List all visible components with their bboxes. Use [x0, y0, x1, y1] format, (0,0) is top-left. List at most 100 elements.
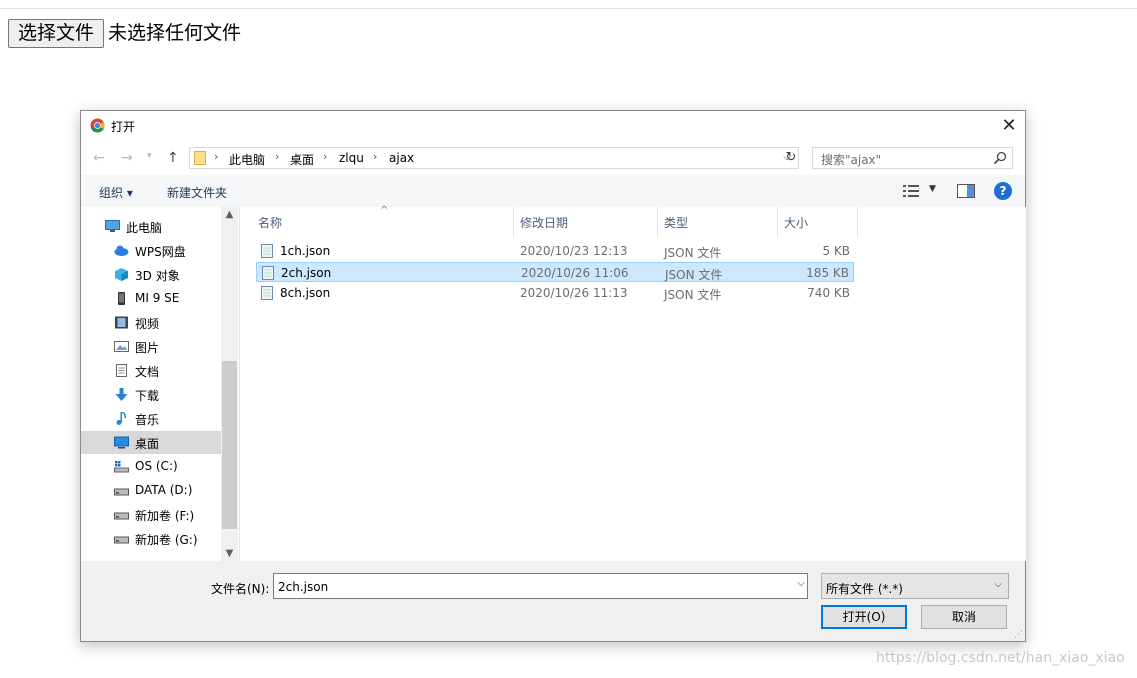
drive-icon [114, 488, 129, 496]
nav-item-drive-f[interactable]: 新加卷 (F:) [81, 503, 221, 526]
refresh-icon[interactable]: ↻ [781, 147, 801, 169]
address-bar[interactable]: › 此电脑 › 桌面 › zlqu › ajax ⌵ [189, 147, 799, 169]
organize-button[interactable]: 组织 ▾ [99, 184, 133, 201]
nav-item-drive-c[interactable]: OS (C:) [81, 455, 221, 478]
recent-locations-icon[interactable]: ▾ [147, 151, 152, 161]
breadcrumb-item[interactable]: zlqu [339, 151, 364, 165]
cloud-icon [114, 245, 129, 256]
nav-item-label: 桌面 [135, 437, 160, 451]
picture-icon [114, 341, 129, 352]
top-divider [0, 8, 1137, 9]
nav-item-downloads[interactable]: 下载 [81, 383, 221, 406]
filetype-value: 所有文件 (*.*) [826, 582, 903, 596]
chevron-up-icon[interactable]: ▲ [221, 209, 238, 220]
column-header-name[interactable]: 名称 ^ [240, 205, 514, 237]
dialog-titlebar[interactable]: 打开 ✕ [81, 111, 1025, 141]
file-date: 2020/10/26 11:13 [520, 286, 628, 300]
back-arrow-icon[interactable]: ← [93, 150, 105, 166]
file-type: JSON 文件 [664, 246, 722, 260]
folder-icon [194, 151, 206, 165]
nav-item-label: 新加卷 (F:) [135, 509, 195, 523]
breadcrumb-item[interactable]: ajax [389, 151, 414, 165]
watermark: https://blog.csdn.net/han_xiao_xiao [876, 650, 1125, 666]
chevron-down-icon[interactable]: ⌵ [797, 578, 805, 589]
drive-icon [114, 536, 129, 544]
file-list-pane: 名称 ^ 修改日期 类型 大小 1ch.json 2020/10/23 12:1… [239, 205, 1026, 561]
up-arrow-icon[interactable]: ↑ [167, 150, 179, 166]
nav-item-wps-drive[interactable]: WPS网盘 [81, 239, 221, 262]
file-icon [261, 244, 273, 258]
forward-arrow-icon[interactable]: → [121, 150, 133, 166]
drive-icon [114, 512, 129, 520]
file-row[interactable]: 8ch.json 2020/10/26 11:13 JSON 文件 740 KB [256, 283, 854, 303]
nav-item-music[interactable]: 音乐 [81, 407, 221, 430]
file-type: JSON 文件 [665, 268, 723, 282]
choose-file-button[interactable]: 选择文件 [8, 19, 104, 48]
nav-item-label: 音乐 [135, 413, 160, 427]
breadcrumb-item[interactable]: 桌面 [290, 151, 314, 168]
breadcrumb-item[interactable]: 此电脑 [229, 151, 265, 168]
file-size: 740 KB [807, 286, 850, 300]
preview-pane-icon[interactable] [957, 184, 975, 198]
phone-icon [118, 292, 125, 305]
nav-item-label: OS (C:) [135, 459, 178, 473]
breadcrumb-separator-icon: › [214, 150, 219, 163]
command-toolbar: 组织 ▾ 新建文件夹 ▼ ? [81, 175, 1025, 207]
column-header-size[interactable]: 大小 [778, 207, 858, 237]
nav-item-phone[interactable]: MI 9 SE [81, 287, 221, 310]
file-name: 2ch.json [281, 266, 332, 280]
nav-item-label: 文档 [135, 365, 160, 379]
file-row-selected[interactable]: 2ch.json 2020/10/26 11:06 JSON 文件 185 KB [256, 262, 854, 282]
nav-scrollbar[interactable]: ▲ ▼ [221, 207, 238, 561]
nav-item-drive-d[interactable]: DATA (D:) [81, 479, 221, 502]
cancel-button[interactable]: 取消 [921, 605, 1007, 629]
chevron-down-icon[interactable]: ⌵ [994, 579, 1002, 590]
close-icon[interactable]: ✕ [993, 111, 1025, 141]
nav-item-documents[interactable]: 文档 [81, 359, 221, 382]
open-button[interactable]: 打开(O) [821, 605, 907, 629]
nav-item-pictures[interactable]: 图片 [81, 335, 221, 358]
filename-value: 2ch.json [278, 580, 329, 594]
scrollbar-thumb[interactable] [222, 361, 237, 529]
nav-item-label: 此电脑 [126, 221, 163, 235]
nav-item-videos[interactable]: 视频 [81, 311, 221, 334]
new-folder-button[interactable]: 新建文件夹 [167, 184, 227, 201]
nav-item-3d-objects[interactable]: 3D 对象 [81, 263, 221, 286]
column-header-date[interactable]: 修改日期 [514, 207, 658, 237]
music-icon [116, 412, 126, 425]
nav-item-label: MI 9 SE [135, 291, 180, 305]
resize-grip-icon[interactable]: ⋰ [1014, 630, 1023, 640]
search-icon[interactable] [993, 151, 1007, 165]
document-icon [116, 364, 127, 377]
file-name: 1ch.json [280, 244, 331, 258]
chevron-down-icon[interactable]: ▼ [929, 184, 936, 194]
nav-item-label: 图片 [135, 341, 160, 355]
file-status-text: 未选择任何文件 [108, 22, 242, 44]
filename-label: 文件名(N): [211, 582, 270, 596]
dialog-title: 打开 [111, 120, 136, 134]
file-size: 185 KB [806, 266, 849, 280]
nav-item-this-pc[interactable]: 此电脑 [81, 215, 221, 238]
help-icon[interactable]: ? [994, 182, 1012, 200]
drive-icon [114, 461, 129, 473]
nav-item-drive-g[interactable]: 新加卷 (G:) [81, 527, 221, 550]
filename-input[interactable]: 2ch.json ⌵ [273, 573, 808, 599]
nav-item-label: 新加卷 (G:) [135, 533, 198, 547]
nav-item-label: DATA (D:) [135, 483, 193, 497]
sort-ascending-icon: ^ [380, 205, 389, 216]
nav-item-label: WPS网盘 [135, 245, 186, 259]
search-box[interactable]: 搜索"ajax" [812, 147, 1013, 169]
file-row[interactable]: 1ch.json 2020/10/23 12:13 JSON 文件 5 KB [256, 241, 854, 261]
view-details-icon[interactable] [903, 184, 919, 198]
nav-item-label: 视频 [135, 317, 160, 331]
chevron-down-icon[interactable]: ▼ [221, 548, 238, 559]
nav-item-desktop[interactable]: 桌面 [81, 431, 221, 454]
file-date: 2020/10/23 12:13 [520, 244, 628, 258]
open-file-dialog: 打开 ✕ ← → ▾ ↑ › 此电脑 › 桌面 › zlqu › ajax ⌵ … [80, 110, 1026, 642]
filetype-select[interactable]: 所有文件 (*.*) ⌵ [821, 573, 1009, 599]
navigation-pane: 此电脑 WPS网盘 3D 对象 MI 9 SE 视频 图片 文档 下载 音乐 桌… [81, 207, 238, 561]
cube-icon [115, 268, 128, 281]
column-header-type[interactable]: 类型 [658, 207, 778, 237]
nav-item-label: 下载 [135, 389, 160, 403]
file-type: JSON 文件 [664, 288, 722, 302]
